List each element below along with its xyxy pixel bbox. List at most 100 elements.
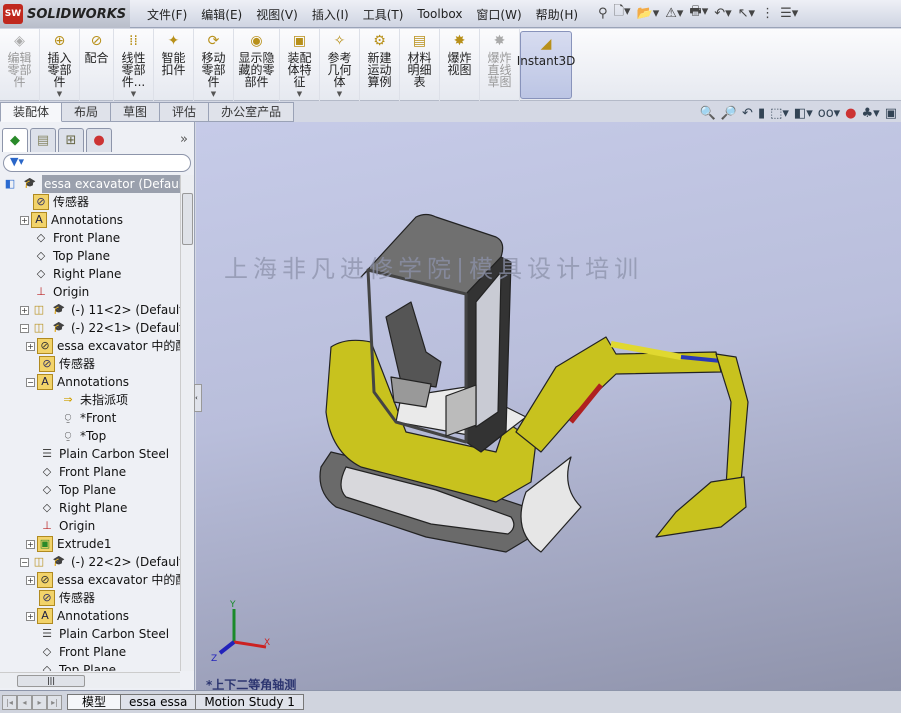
tree-item[interactable]: +⊘ essa excavator 中的配合 bbox=[26, 571, 180, 589]
toolbar-button-10[interactable]: ▤ 材料明细表 bbox=[400, 29, 440, 101]
bottom-tab-2[interactable]: Motion Study 1 bbox=[195, 694, 304, 710]
tree-item[interactable]: ◇ Top Plane bbox=[33, 247, 110, 265]
tree-item[interactable]: + ◫ 🎓 (-) 11<2> (Default<<D bbox=[20, 301, 180, 319]
tree-item[interactable]: ☰ Plain Carbon Steel bbox=[39, 625, 169, 643]
toolbar-button-0[interactable]: ◈ 编辑零部件 bbox=[0, 29, 40, 101]
tree-item[interactable]: −◫ 🎓 (-) 22<1> (Default<<D bbox=[20, 319, 180, 337]
bottom-tab-1[interactable]: essa essa bbox=[120, 694, 197, 710]
tree-item[interactable]: ⊥ Origin bbox=[33, 283, 89, 301]
tree-item[interactable]: + A Annotations bbox=[20, 211, 123, 229]
tree-item[interactable]: ⊥ Origin bbox=[39, 517, 95, 535]
display-style-icon[interactable]: ◧▾ bbox=[794, 106, 813, 121]
panel-collapse-handle[interactable]: ‹ bbox=[194, 384, 202, 412]
zoom-area-icon[interactable]: 🔎 bbox=[721, 106, 737, 121]
first-tab-button[interactable]: |◂ bbox=[2, 694, 17, 710]
tree-item[interactable]: ◇ Front Plane bbox=[33, 229, 120, 247]
expand-icon[interactable]: + bbox=[26, 575, 35, 585]
appearance-icon[interactable]: ● bbox=[845, 106, 856, 121]
menu-item[interactable]: 插入(I) bbox=[305, 6, 356, 23]
hide-show-icon[interactable]: oo▾ bbox=[818, 106, 840, 121]
tree-item[interactable]: ⊘ 传感器 bbox=[33, 193, 89, 211]
traffic-light-icon[interactable]: ⋮ bbox=[761, 3, 774, 23]
tree-item[interactable]: ◇ Front Plane bbox=[39, 643, 126, 661]
options-icon[interactable]: ☰▾ bbox=[780, 3, 798, 23]
section-view-icon[interactable]: ▮ bbox=[758, 106, 765, 121]
tab-2[interactable]: 草图 bbox=[111, 102, 161, 122]
tree-item[interactable]: ⊘ 传感器 bbox=[39, 589, 95, 607]
expand-icon[interactable]: + bbox=[26, 611, 35, 621]
tree-item[interactable]: +⊘ essa excavator 中的配合 bbox=[26, 337, 180, 355]
tree-item[interactable]: ⍜ *Top bbox=[60, 427, 107, 445]
previous-view-icon[interactable]: ↶ bbox=[742, 106, 753, 121]
new-document-icon[interactable]: 🗋▾ bbox=[614, 3, 631, 23]
print-icon[interactable]: 🖶▾ bbox=[689, 3, 708, 23]
tree-item[interactable]: + ▣ Extrude1 bbox=[26, 535, 112, 553]
tab-0[interactable]: 装配体 bbox=[0, 102, 63, 122]
vertical-scrollbar[interactable] bbox=[180, 175, 194, 671]
tab-3[interactable]: 评估 bbox=[160, 102, 210, 122]
tree-item[interactable]: ◇ Top Plane bbox=[39, 481, 116, 499]
tab-4[interactable]: 办公室产品 bbox=[209, 102, 295, 122]
solidworks-logo[interactable]: SW SOLIDWORKS bbox=[0, 0, 130, 28]
dropdown-arrow-icon[interactable]: ▼ bbox=[211, 88, 216, 100]
open-icon[interactable]: 📂▾ bbox=[637, 3, 660, 23]
toolbar-button-6[interactable]: ◉ 显示隐藏的零部件 bbox=[234, 29, 280, 101]
zoom-to-fit-icon[interactable]: 🔍 bbox=[700, 106, 716, 121]
menu-item[interactable]: 文件(F) bbox=[140, 6, 194, 23]
tree-item[interactable]: − A Annotations bbox=[26, 373, 129, 391]
menu-item[interactable]: 帮助(H) bbox=[529, 6, 585, 23]
prev-tab-button[interactable]: ◂ bbox=[17, 694, 32, 710]
tree-item[interactable]: ◇ Front Plane bbox=[39, 463, 126, 481]
menu-item[interactable]: Toolbox bbox=[410, 7, 469, 21]
tree-item[interactable]: + A Annotations bbox=[26, 607, 129, 625]
filter-input[interactable]: ▼▾ bbox=[3, 154, 191, 172]
toolbar-button-4[interactable]: ✦ 智能扣件 bbox=[154, 29, 194, 101]
dropdown-arrow-icon[interactable]: ▼ bbox=[337, 88, 342, 100]
tree-item[interactable]: ◧ 🎓 essa excavator (Default<D bbox=[2, 175, 180, 193]
expand-icon[interactable]: + bbox=[20, 215, 29, 225]
last-tab-button[interactable]: ▸| bbox=[47, 694, 62, 710]
tree-item[interactable]: ⍜ *Front bbox=[60, 409, 117, 427]
expand-icon[interactable]: + bbox=[20, 305, 29, 315]
view-settings-icon[interactable]: ▣ bbox=[885, 106, 897, 121]
menu-item[interactable]: 窗口(W) bbox=[469, 6, 528, 23]
tree-item[interactable]: ◇ Right Plane bbox=[39, 499, 128, 517]
toolbar-button-12[interactable]: ✸ 爆炸直线草图 bbox=[480, 29, 520, 101]
bottom-tab-0[interactable]: 模型 bbox=[67, 694, 122, 710]
dropdown-arrow-icon[interactable]: ▼ bbox=[57, 88, 62, 100]
feature-manager-icon[interactable]: ◆ bbox=[2, 128, 28, 152]
rebuild-icon[interactable]: ⚠▾ bbox=[665, 3, 683, 23]
scroll-thumb[interactable]: ||| bbox=[17, 675, 85, 687]
graphics-area[interactable]: 🔍 🔎 ↶ ▮ ⬚▾ ◧▾ oo▾ ● ♣▾ ▣ 上海非凡进修学院|模具设计培训… bbox=[194, 106, 901, 692]
dropdown-arrow-icon[interactable]: ▼ bbox=[131, 88, 136, 100]
collapse-icon[interactable]: − bbox=[26, 377, 35, 387]
undo-icon[interactable]: ↶▾ bbox=[714, 3, 731, 23]
scene-icon[interactable]: ♣▾ bbox=[862, 106, 880, 121]
tree-item[interactable]: ☰ Plain Carbon Steel bbox=[39, 445, 169, 463]
toolbar-button-8[interactable]: ✧ 参考几何体 ▼ bbox=[320, 29, 360, 101]
configuration-manager-icon[interactable]: ⊞ bbox=[58, 128, 84, 152]
property-manager-icon[interactable]: ▤ bbox=[30, 128, 56, 152]
collapse-icon[interactable]: − bbox=[20, 557, 29, 567]
toolbar-button-3[interactable]: ⁞⁞ 线性零部件... ▼ bbox=[114, 29, 154, 101]
menu-item[interactable]: 工具(T) bbox=[356, 6, 411, 23]
toolbar-button-7[interactable]: ▣ 装配体特征 ▼ bbox=[280, 29, 320, 101]
menu-item[interactable]: 视图(V) bbox=[249, 6, 305, 23]
horizontal-scrollbar[interactable]: ||| bbox=[0, 672, 180, 688]
dropdown-arrow-icon[interactable]: ▼ bbox=[297, 88, 302, 100]
next-tab-button[interactable]: ▸ bbox=[32, 694, 47, 710]
tree-item[interactable]: ◇ Top Plane bbox=[39, 661, 116, 671]
tree-item[interactable]: −◫ 🎓 (-) 22<2> (Default<<D bbox=[20, 553, 180, 571]
scroll-thumb[interactable] bbox=[182, 193, 193, 245]
collapse-icon[interactable]: − bbox=[20, 323, 29, 333]
display-manager-icon[interactable]: ● bbox=[86, 128, 112, 152]
toolbar-button-11[interactable]: ✸ 爆炸视图 bbox=[440, 29, 480, 101]
expand-icon[interactable]: + bbox=[26, 539, 35, 549]
toolbar-button-1[interactable]: ⊕ 插入零部件 ▼ bbox=[40, 29, 80, 101]
expand-panel-icon[interactable]: » bbox=[180, 132, 188, 147]
excavator-model[interactable] bbox=[196, 122, 901, 690]
toolbar-button-2[interactable]: ⊘ 配合 bbox=[80, 29, 114, 101]
view-orientation-icon[interactable]: ⬚▾ bbox=[770, 106, 789, 121]
toolbar-button-13[interactable]: ◢ Instant3D bbox=[517, 31, 575, 99]
tree-item[interactable]: ◇ Right Plane bbox=[33, 265, 122, 283]
